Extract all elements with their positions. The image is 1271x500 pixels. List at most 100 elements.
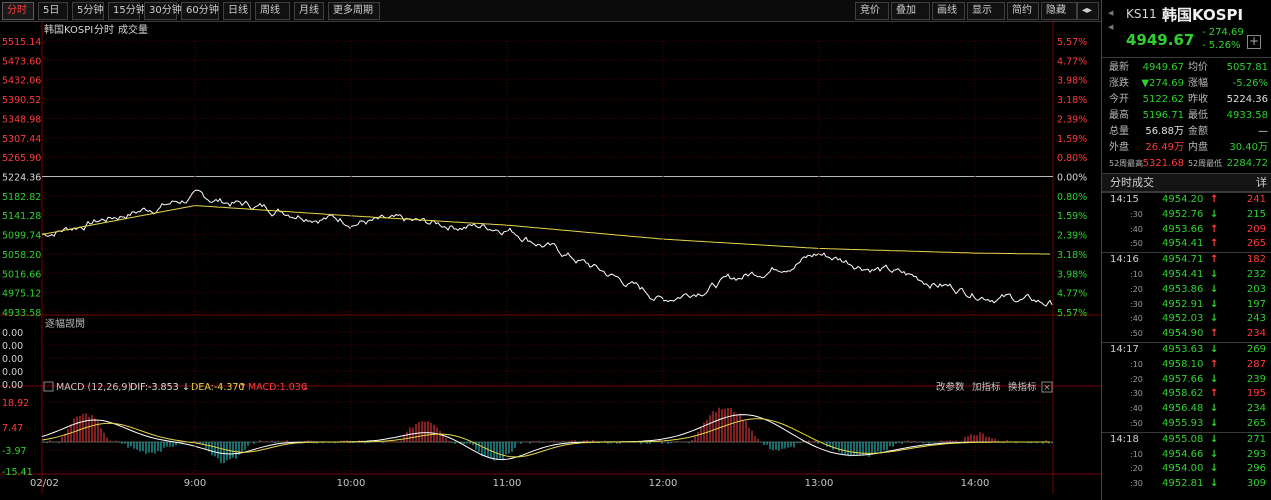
tick-seconds: :10 (1130, 269, 1143, 279)
price-tick: 5058.20 (2, 250, 41, 261)
tick-price: 4957.66 (1162, 373, 1204, 385)
period-tab-3[interactable]: 15分钟 (108, 2, 146, 20)
stat-value: -5.26% (1232, 78, 1268, 89)
stat-value: 5057.81 (1226, 62, 1268, 73)
tick-seconds: :40 (1130, 404, 1143, 414)
pct-tick: 0.00% (1057, 173, 1087, 184)
tick-direction-icon: ↓ (1210, 433, 1219, 445)
tick-volume: 215 (1246, 208, 1266, 220)
pct-tick: 5.57% (1057, 37, 1087, 48)
tick-price: 4954.00 (1162, 463, 1204, 475)
pct-tick: 5.57% (1057, 308, 1087, 319)
ticks-detail-button[interactable]: 详 (1256, 174, 1267, 192)
period-tab-8[interactable]: 月线 (294, 2, 324, 20)
sub-tick: 0.00 (2, 328, 23, 339)
sub-tick: 0.00 (2, 354, 23, 365)
stat-label: 内盘 (1188, 142, 1208, 153)
pct-tick: 2.39% (1057, 231, 1087, 242)
dea-value: DEA:-4.370 (191, 382, 244, 393)
stat-label: 均价 (1188, 62, 1208, 73)
tick-price: 4954.20 (1162, 194, 1204, 205)
price-tick: 5515.14 (2, 37, 41, 48)
stat-value: 5224.36 (1226, 94, 1268, 105)
price-tick: 5348.98 (2, 114, 41, 125)
tick-minute-group: 14:16 4954.71 ↑ 182:10 4954.41 ↓ 232:20 4953.86… (1102, 252, 1271, 342)
period-tab-7[interactable]: 周线 (255, 2, 290, 20)
toolbar-button-4[interactable]: 简约 (1007, 2, 1039, 20)
stat-label: 涨跌 (1109, 78, 1129, 89)
intraday-chart[interactable]: 韩国KOSPI 分时 成交量 5515.14 5.57% 5473.60 4.77% 5432… (0, 22, 1101, 500)
stat-label: 今开 (1109, 94, 1129, 105)
period-tab-9[interactable]: 更多周期 (328, 2, 380, 20)
price-change-pct: - 5.26% (1202, 40, 1241, 51)
time-label: 13:00 (805, 478, 834, 489)
quote-panel: ◀ ◀ KS11 韩国KOSPI 4949.67 - 274.69 - 5.26%… (1101, 0, 1271, 500)
tick-direction-icon: ↓ (1210, 343, 1219, 355)
tick-time: 14:15 (1110, 194, 1139, 205)
stat-label: 最新 (1109, 62, 1129, 73)
price-tick: 5265.90 (2, 153, 41, 164)
pct-tick: 3.18% (1057, 95, 1087, 106)
period-tab-0[interactable]: 分时 (2, 2, 34, 20)
stat-label: 最低 (1188, 110, 1208, 121)
dif-line (41, 414, 1050, 461)
stat-label: 总量 (1109, 126, 1129, 137)
period-tab-2[interactable]: 5分钟 (72, 2, 104, 20)
tick-seconds: :30 (1130, 479, 1143, 489)
tick-price: 4954.41 (1162, 268, 1204, 280)
tick-volume: 265 (1246, 417, 1266, 429)
chart-canvas[interactable]: 韩国KOSPI 分时 成交量 5515.14 5.57% 5473.60 4.77% 5432… (0, 22, 1101, 500)
dif-trend-icon: ↓ (182, 382, 190, 393)
toolbar-button-2[interactable]: 画线 (932, 2, 965, 20)
stat-value: 30.40万 (1229, 142, 1268, 153)
time-label: 11:00 (493, 478, 522, 489)
tick-row: :30 4952.81 ↓ 309 (1102, 477, 1271, 492)
tick-direction-icon: ↑ (1210, 223, 1219, 235)
stat-value: 4933.58 (1226, 110, 1268, 121)
index-name: 韩国KOSPI (1162, 6, 1244, 24)
pct-tick: 2.39% (1057, 114, 1087, 125)
tick-volume: 293 (1246, 448, 1266, 460)
toolbar-button-1[interactable]: 叠加 (891, 2, 930, 20)
indicator-button[interactable]: 加指标 (972, 381, 1001, 393)
tick-price: 4954.66 (1162, 448, 1204, 460)
price-tick: 5307.44 (2, 134, 41, 145)
toolbar-button-0[interactable]: 竞价 (855, 2, 889, 20)
macd-tick: 7.47 (2, 423, 23, 434)
tick-seconds: :40 (1130, 314, 1143, 324)
nav-arrows-icon[interactable]: ◂▸ (1077, 2, 1099, 20)
period-tab-4[interactable]: 30分钟 (144, 2, 182, 20)
tick-volume: 234 (1246, 328, 1266, 340)
ticks-list[interactable]: 14:15 4954.20 ↑ 241:30 4952.76 ↓ 215:40 4953.66… (1102, 192, 1271, 492)
tick-price: 4954.41 (1162, 238, 1204, 250)
quote-stats: 最新 4949.67 均价 5057.81 涨跌 ▼274.69 涨幅 -5.26% 今开 512… (1102, 58, 1271, 174)
toolbar-button-3[interactable]: 显示 (967, 2, 1005, 20)
stat-row: 总量 56.88万 金额 — (1102, 124, 1271, 140)
close-indicator-icon: × (1043, 383, 1051, 393)
pct-tick: 1.59% (1057, 211, 1087, 222)
stat-label: 金额 (1188, 126, 1208, 137)
dea-line (41, 418, 1050, 458)
panel-collapse-icon[interactable]: ◀ ◀ (1108, 6, 1118, 34)
period-tab-1[interactable]: 5日 (38, 2, 68, 20)
stat-label: 52周最高 (1109, 159, 1144, 168)
add-watchlist-button[interactable]: + (1247, 35, 1261, 49)
indicator-name: MACD (12,26,9) (56, 382, 131, 393)
tick-direction-icon: ↓ (1210, 448, 1219, 460)
tick-seconds: :20 (1130, 284, 1143, 294)
sub-tick: 0.00 (2, 380, 23, 391)
pct-tick: 0.80% (1057, 153, 1087, 164)
volume-label: 成交量 (118, 23, 148, 36)
indicator-button[interactable]: 换指标 (1008, 381, 1037, 393)
tick-seconds: :30 (1130, 299, 1143, 309)
period-tab-6[interactable]: 日线 (223, 2, 251, 20)
pct-tick: 4.77% (1057, 56, 1087, 67)
chart-title: 韩国KOSPI (44, 23, 93, 36)
tick-row: 14:18 4955.08 ↓ 271 (1102, 433, 1271, 448)
indicator-button[interactable]: 改参数 (936, 381, 965, 393)
tick-seconds: :50 (1130, 329, 1143, 339)
price-tick: 4933.58 (2, 308, 41, 319)
toolbar-button-5[interactable]: 隐藏 (1041, 2, 1077, 20)
tick-direction-icon: ↓ (1210, 463, 1219, 475)
period-tab-5[interactable]: 60分钟 (181, 2, 219, 20)
